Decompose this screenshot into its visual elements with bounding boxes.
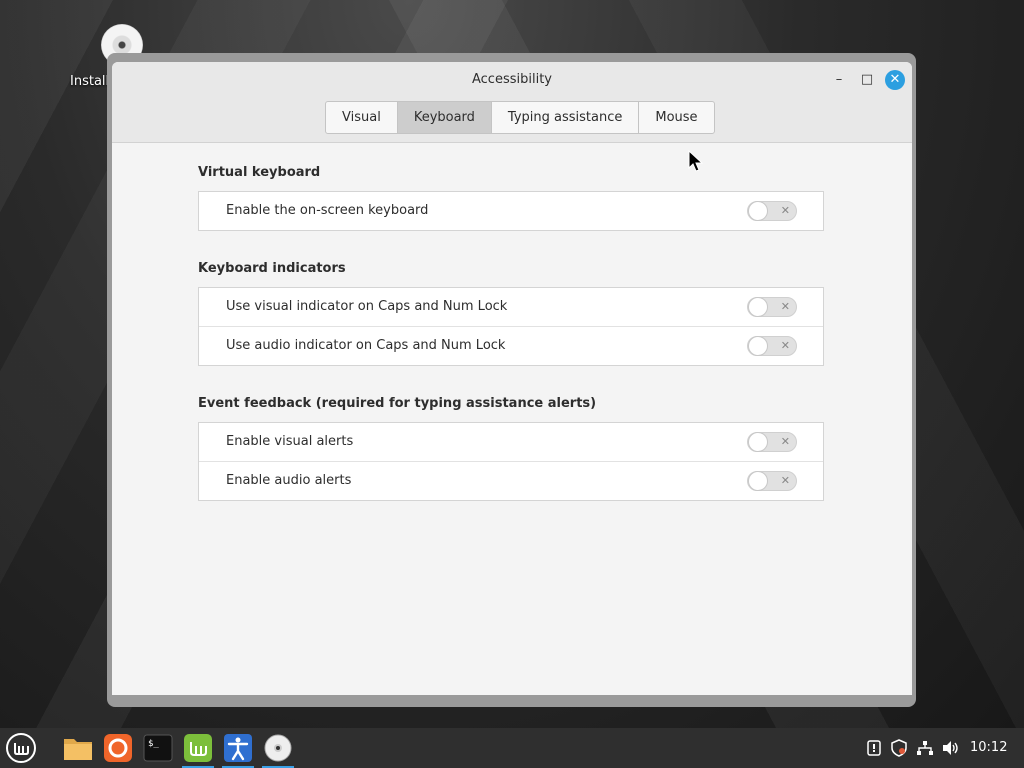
toggle-knob: [748, 471, 768, 491]
svg-text:$_: $_: [148, 739, 159, 749]
off-x-icon: ✕: [780, 474, 790, 487]
taskbar: $_ 10:12: [0, 728, 1024, 768]
tab-keyboard[interactable]: Keyboard: [397, 102, 492, 133]
menu-icon[interactable]: [5, 732, 37, 764]
off-x-icon: ✕: [780, 339, 790, 352]
network-icon[interactable]: [916, 728, 934, 768]
on-screen-keyboard-toggle[interactable]: ✕: [747, 201, 797, 221]
tab-bar: Visual Keyboard Typing assistance Mouse: [325, 101, 715, 134]
settings-group-virtual-keyboard: Enable the on-screen keyboard ✕: [198, 191, 824, 231]
mouse-cursor-icon: [688, 150, 704, 172]
row-label: Enable the on-screen keyboard: [226, 203, 429, 218]
toggle-knob: [748, 201, 768, 221]
audio-alerts-toggle[interactable]: ✕: [747, 471, 797, 491]
settings-row: Enable visual alerts ✕: [199, 423, 823, 462]
shield-icon[interactable]: [890, 728, 908, 768]
volume-icon[interactable]: [942, 728, 960, 768]
terminal-icon[interactable]: $_: [142, 732, 174, 764]
desktop-icon-label: Install: [70, 74, 110, 89]
accessibility-icon[interactable]: [222, 732, 254, 768]
close-button[interactable]: ✕: [885, 70, 905, 90]
visual-indicator-toggle[interactable]: ✕: [747, 297, 797, 317]
row-label: Use visual indicator on Caps and Num Loc…: [226, 299, 508, 314]
update-icon[interactable]: [866, 728, 882, 768]
accessibility-window: Accessibility – □ ✕ Visual Keyboard Typi…: [112, 62, 912, 695]
row-label: Enable audio alerts: [226, 473, 352, 488]
tab-typing-assistance[interactable]: Typing assistance: [492, 102, 640, 133]
tab-mouse[interactable]: Mouse: [639, 102, 713, 133]
settings-row: Enable the on-screen keyboard ✕: [199, 192, 823, 230]
settings-row: Use visual indicator on Caps and Num Loc…: [199, 288, 823, 327]
mintinstall-icon[interactable]: [182, 732, 214, 768]
clock[interactable]: 10:12: [970, 728, 1007, 768]
toggle-knob: [748, 336, 768, 356]
settings-row: Use audio indicator on Caps and Num Lock…: [199, 327, 823, 365]
section-title-event-feedback: Event feedback (required for typing assi…: [198, 396, 597, 411]
off-x-icon: ✕: [780, 204, 790, 217]
settings-row: Enable audio alerts ✕: [199, 462, 823, 500]
off-x-icon: ✕: [780, 300, 790, 313]
settings-group-event-feedback: Enable visual alerts ✕ Enable audio aler…: [198, 422, 824, 501]
files-icon[interactable]: [62, 732, 94, 764]
row-label: Use audio indicator on Caps and Num Lock: [226, 338, 506, 353]
window-title: Accessibility: [472, 72, 552, 87]
section-title-keyboard-indicators: Keyboard indicators: [198, 261, 346, 276]
section-title-virtual-keyboard: Virtual keyboard: [198, 165, 321, 180]
audio-indicator-toggle[interactable]: ✕: [747, 336, 797, 356]
disc-icon[interactable]: [262, 732, 294, 768]
firefox-icon[interactable]: [102, 732, 134, 764]
tab-visual[interactable]: Visual: [326, 102, 398, 133]
maximize-button[interactable]: □: [858, 71, 876, 89]
settings-group-keyboard-indicators: Use visual indicator on Caps and Num Loc…: [198, 287, 824, 366]
toggle-knob: [748, 297, 768, 317]
off-x-icon: ✕: [780, 435, 790, 448]
visual-alerts-toggle[interactable]: ✕: [747, 432, 797, 452]
minimize-button[interactable]: –: [830, 71, 848, 89]
titlebar[interactable]: Accessibility – □ ✕ Visual Keyboard Typi…: [112, 62, 912, 143]
row-label: Enable visual alerts: [226, 434, 354, 449]
toggle-knob: [748, 432, 768, 452]
